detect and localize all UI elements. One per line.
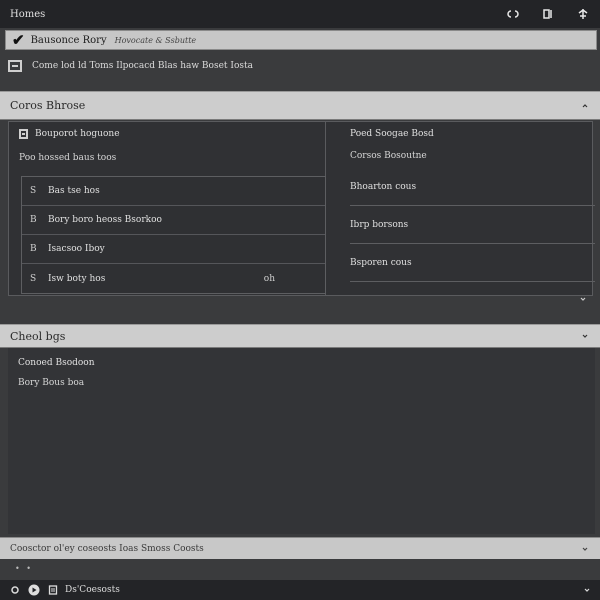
right-heading: Poed Soogae Bosd — [350, 129, 434, 139]
right-row[interactable]: Bhoarton cous — [350, 168, 595, 206]
title-bar-icons — [495, 0, 600, 28]
list-item[interactable]: S Isw boty hos oh — [22, 264, 325, 293]
info-bar: Come lod ld Toms Ilpocacd Blas haw Boset… — [8, 56, 598, 76]
item-list: S Bas tse hos B Bory boro heoss Bsorkoo … — [21, 176, 326, 294]
right-subheading: Corsos Bosoutne — [350, 151, 427, 161]
info-box-icon — [8, 60, 22, 72]
status-bar: Ds'Coesosts — [0, 580, 600, 600]
chevron-down-icon[interactable] — [579, 295, 587, 303]
section-title-1: Coros Bhrose — [10, 99, 86, 112]
chevron-down-icon[interactable] — [582, 585, 592, 595]
footer-text: Coosctor ol'ey coseosts Ioas Smoss Coost… — [10, 543, 204, 554]
section-header-1[interactable]: Coros Bhrose — [0, 91, 600, 120]
right-row[interactable]: Ibrp borsons — [350, 206, 595, 244]
left-subheading: Poo hossed baus toos — [19, 153, 117, 163]
chevron-down-icon[interactable] — [580, 544, 590, 554]
chevron-down-icon[interactable] — [580, 331, 590, 341]
list-item[interactable]: B Isacsoo Iboy — [22, 235, 325, 264]
list-item-trail: oh — [263, 273, 275, 284]
link-icon[interactable] — [495, 0, 530, 28]
status-label: Ds'Coesosts — [65, 585, 120, 595]
notice-subtitle: Hovocate & Ssbutte — [114, 35, 197, 45]
left-heading-text: Bouporot hoguone — [35, 129, 120, 139]
window-title: Homes — [10, 8, 46, 20]
section-panel-1: Bouporot hoguone Poo hossed baus toos S … — [8, 121, 595, 301]
list-item-glyph: S — [30, 186, 37, 196]
list-item[interactable]: S Bas tse hos — [22, 177, 325, 206]
list-item-label: Isw boty hos — [48, 273, 106, 284]
list-item-label: Bory boro heoss Bsorkoo — [48, 215, 162, 225]
doc-icon[interactable] — [46, 583, 60, 597]
left-heading: Bouporot hoguone — [19, 129, 120, 139]
section2-line-1: Conoed Bsodoon — [18, 358, 95, 368]
title-bar: Homes — [0, 0, 600, 28]
list-item-label: Bas tse hos — [48, 186, 100, 196]
section-header-2[interactable]: Cheol bgs — [0, 324, 600, 348]
check-icon: ✔ — [12, 30, 25, 49]
book-icon[interactable] — [530, 0, 565, 28]
play-icon[interactable] — [27, 583, 41, 597]
section-title-2: Cheol bgs — [10, 329, 66, 343]
list-item-glyph: B — [30, 215, 37, 225]
section2-line-2: Bory Bous boa — [18, 378, 85, 388]
gear-icon[interactable] — [8, 583, 22, 597]
pager-dots: • • — [15, 564, 33, 573]
list-item-glyph: B — [30, 244, 37, 254]
right-row[interactable]: Bsporen cous — [350, 244, 595, 282]
info-text: Come lod ld Toms Ilpocacd Blas haw Boset… — [32, 61, 253, 71]
chevron-up-icon[interactable] — [580, 101, 590, 111]
pin-icon[interactable] — [565, 0, 600, 28]
section-panel-2: Conoed Bsodoon Bory Bous boa — [8, 348, 595, 534]
notice-bar: ✔ Bausonce Rory Hovocate & Ssbutte — [5, 30, 597, 50]
right-column: Poed Soogae Bosd Corsos Bosoutne Bhoarto… — [327, 122, 595, 301]
list-item-glyph: S — [30, 273, 37, 284]
notice-title: Bausonce Rory — [30, 34, 107, 46]
list-item-label: Isacsoo Iboy — [48, 244, 105, 254]
list-item[interactable]: B Bory boro heoss Bsorkoo — [22, 206, 325, 235]
doc-box-icon — [19, 129, 28, 139]
left-column: Bouporot hoguone Poo hossed baus toos S … — [9, 122, 326, 295]
footer-bar[interactable]: Coosctor ol'ey coseosts Ioas Smoss Coost… — [0, 537, 600, 559]
